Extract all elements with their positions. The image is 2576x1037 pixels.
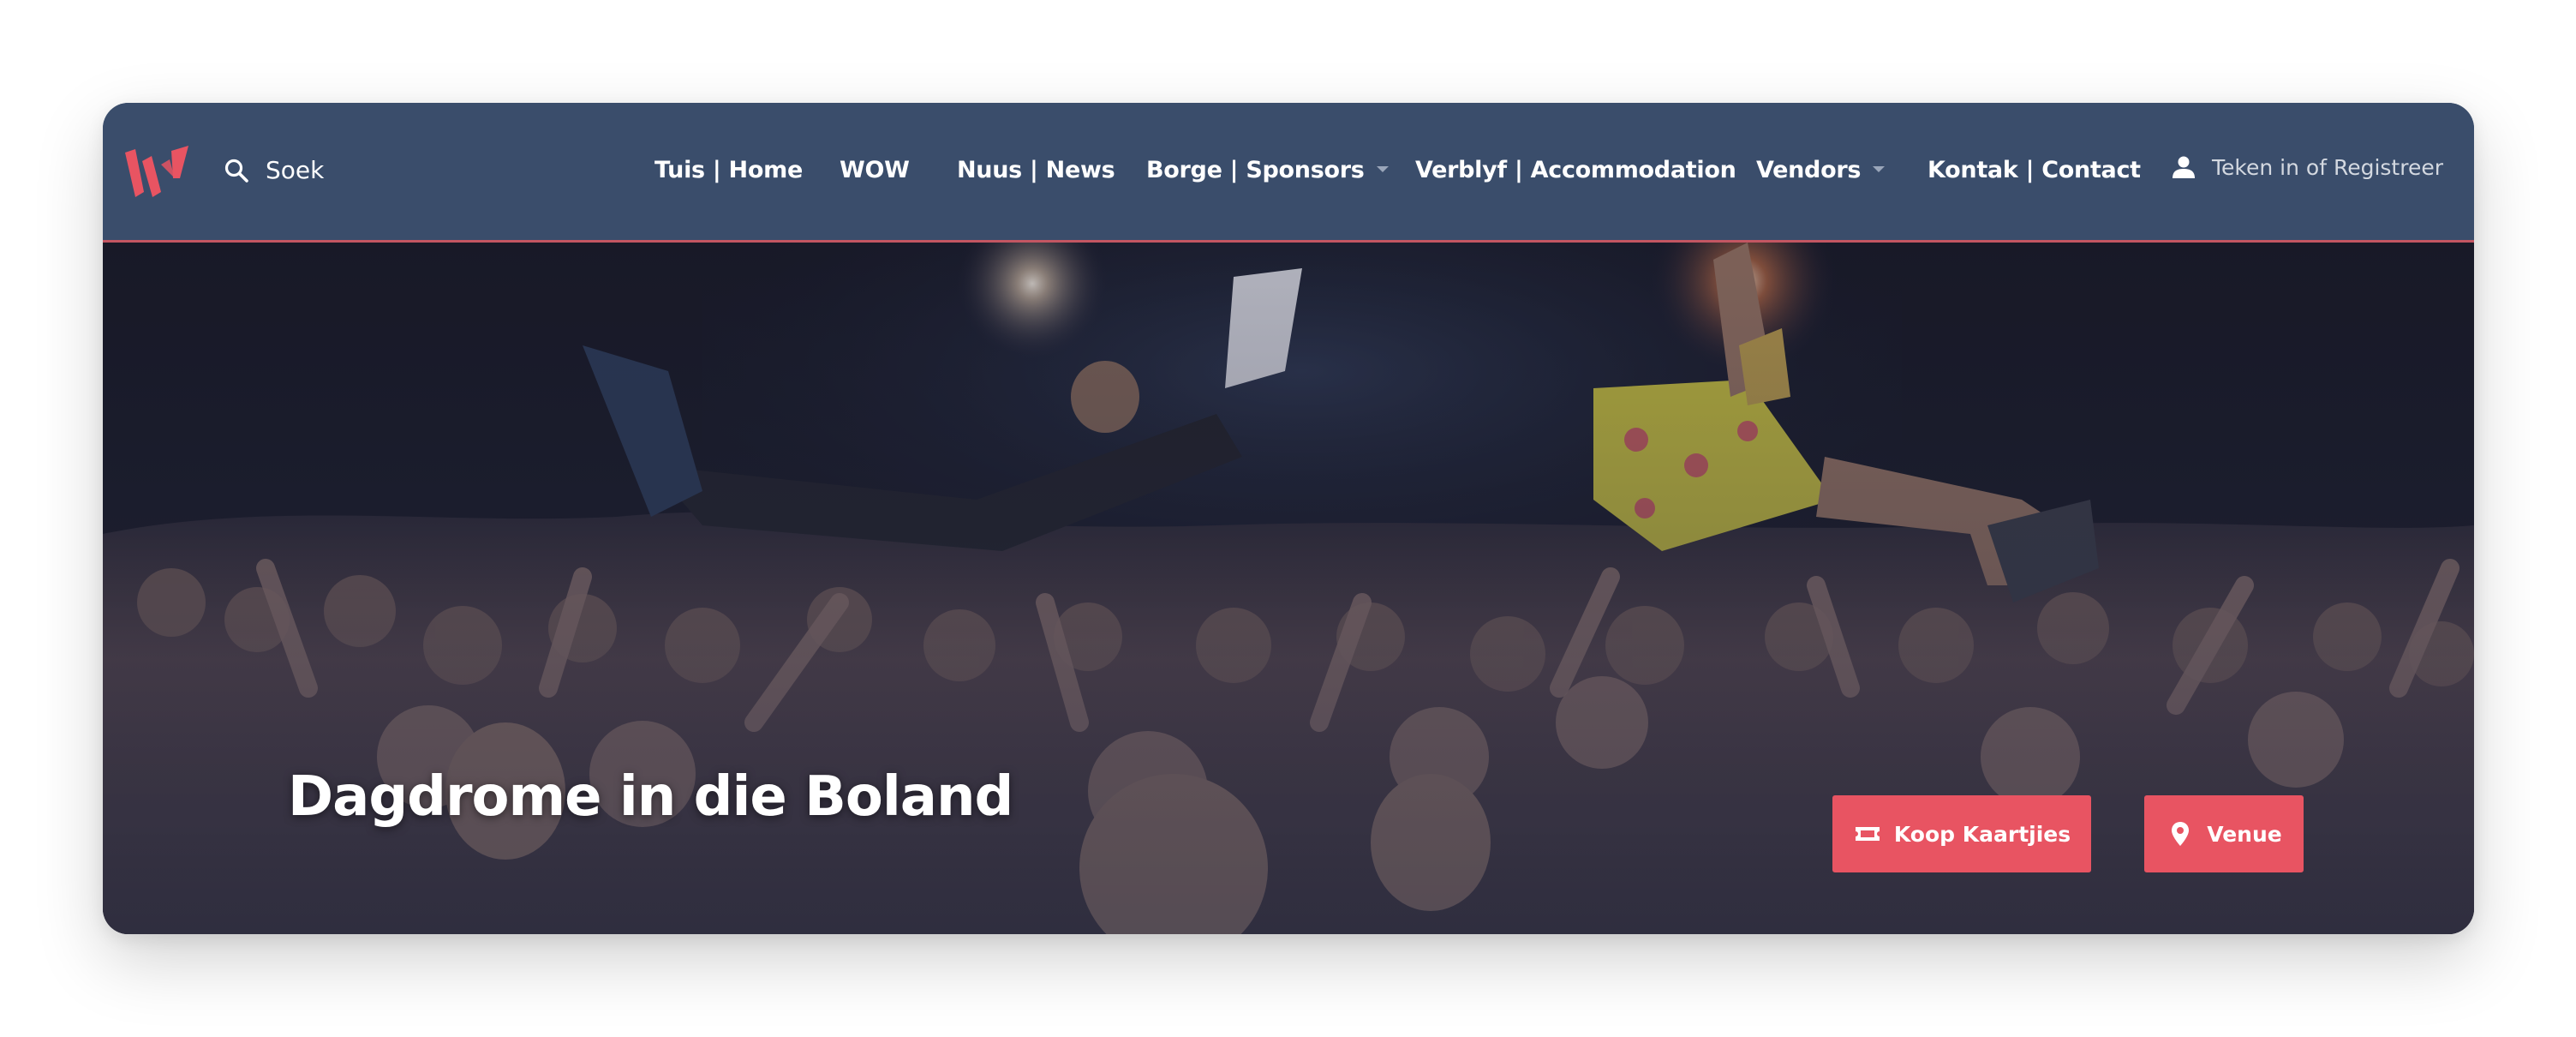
nav-item-label: Kontak | Contact (1928, 157, 2141, 183)
search-button[interactable]: Soek (223, 156, 324, 184)
buy-tickets-button[interactable]: Koop Kaartjies (1832, 795, 2091, 872)
map-pin-icon (2172, 822, 2190, 846)
nav-item-news[interactable]: Nuus | News (957, 152, 1115, 189)
user-icon (2173, 156, 2195, 178)
wow-logo-icon[interactable] (123, 144, 192, 202)
nav-item-wow[interactable]: WOW (840, 152, 910, 189)
login-label: Teken in of Registreer (2212, 154, 2443, 180)
nav-item-vendors[interactable]: Vendors (1756, 152, 1886, 189)
venue-label: Venue (2207, 821, 2282, 847)
nav-item-label: Borge | Sponsors (1146, 157, 1365, 183)
nav-item-accommodation[interactable]: Verblyf | Accommodation (1415, 152, 1736, 189)
nav-item-sponsors[interactable]: Borge | Sponsors (1146, 152, 1389, 189)
search-label: Soek (266, 156, 325, 184)
nav-item-home[interactable]: Tuis | Home (654, 152, 803, 189)
ticket-icon (1855, 827, 1880, 841)
nav-item-label: Vendors (1756, 157, 1862, 183)
buy-tickets-label: Koop Kaartjies (1893, 821, 2071, 847)
nav-item-label: Verblyf | Accommodation (1415, 157, 1736, 183)
caret-down-icon (1376, 166, 1389, 172)
venue-button[interactable]: Venue (2144, 795, 2304, 872)
search-icon (224, 159, 248, 183)
nav-item-label: Tuis | Home (654, 157, 803, 183)
login-register-link[interactable]: Teken in of Registreer (2171, 154, 2443, 180)
hero-title: Dagdrome in die Boland (288, 765, 1013, 829)
top-navbar: Soek Tuis | Home WOW Nuus | News Borge |… (103, 103, 2474, 243)
browser-frame: Soek Tuis | Home WOW Nuus | News Borge |… (103, 103, 2474, 934)
caret-down-icon (1873, 166, 1886, 172)
nav-item-label: Nuus | News (957, 157, 1115, 183)
hero-banner: Dagdrome in die Boland Koop Kaartjies Ve… (103, 243, 2474, 934)
nav-item-label: WOW (840, 157, 910, 183)
hero-image (103, 243, 2474, 934)
nav-item-contact[interactable]: Kontak | Contact (1928, 152, 2141, 189)
